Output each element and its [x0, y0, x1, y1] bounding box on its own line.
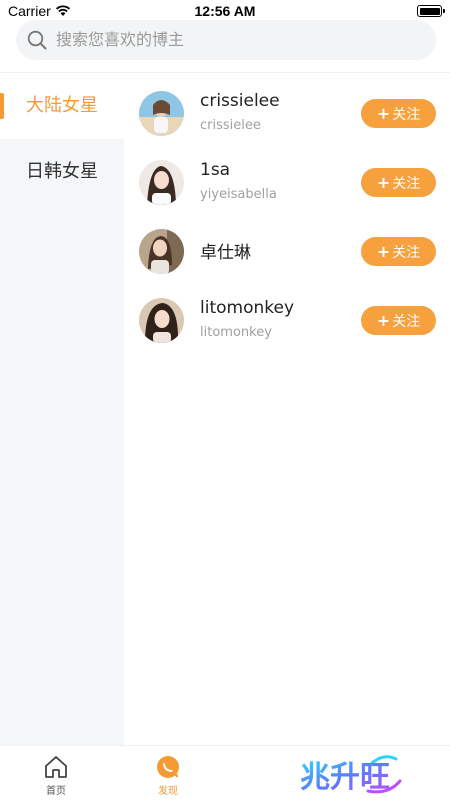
- search-input[interactable]: [56, 20, 416, 60]
- status-bar: Carrier 12:56 AM: [0, 0, 450, 22]
- search-icon: [27, 30, 47, 50]
- plus-icon: +: [376, 241, 391, 261]
- blogger-list: crissielee crissielee + 关注 1sa yiyeisabel…: [124, 73, 450, 745]
- tab-home[interactable]: 首页: [26, 746, 86, 800]
- tab-label: 首页: [46, 786, 66, 797]
- follow-button[interactable]: + 关注: [361, 306, 436, 335]
- plus-icon: +: [376, 172, 391, 192]
- category-sidebar: 大陆女星 日韩女星: [0, 73, 124, 745]
- list-item[interactable]: 1sa yiyeisabella + 关注: [124, 146, 450, 212]
- list-item[interactable]: crissielee crissielee + 关注: [124, 77, 450, 143]
- battery-icon: [417, 5, 445, 17]
- follow-button[interactable]: + 关注: [361, 237, 436, 266]
- brand-logo: 兆升旺: [300, 755, 402, 795]
- svg-text:兆升旺: 兆升旺: [300, 760, 390, 795]
- tab-label: 发现: [158, 786, 178, 797]
- follow-label: 关注: [392, 244, 421, 261]
- blogger-name: 卓仕琳: [200, 243, 251, 263]
- avatar[interactable]: [139, 298, 184, 343]
- follow-label: 关注: [392, 313, 421, 330]
- category-label: 日韩女星: [26, 161, 98, 182]
- blogger-handle: crissielee: [200, 118, 261, 133]
- category-label: 大陆女星: [26, 95, 98, 116]
- blogger-name: litomonkey: [200, 298, 295, 318]
- avatar[interactable]: [139, 229, 184, 274]
- blogger-name: crissielee: [200, 91, 280, 111]
- avatar[interactable]: [139, 160, 184, 205]
- plus-icon: +: [376, 103, 391, 123]
- plus-icon: +: [376, 310, 391, 330]
- follow-button[interactable]: + 关注: [361, 168, 436, 197]
- tab-discover[interactable]: 发现: [138, 746, 198, 800]
- blogger-handle: yiyeisabella: [200, 187, 277, 202]
- list-item[interactable]: 卓仕琳 + 关注: [124, 215, 450, 281]
- blogger-handle: litomonkey: [200, 325, 272, 340]
- search-bar[interactable]: [16, 20, 436, 60]
- blogger-name: 1sa: [200, 160, 231, 180]
- active-category-marker: [0, 93, 4, 119]
- discover-icon: [157, 756, 179, 778]
- home-icon: [45, 756, 67, 778]
- avatar[interactable]: [139, 91, 184, 136]
- follow-button[interactable]: + 关注: [361, 99, 436, 128]
- list-item[interactable]: litomonkey litomonkey + 关注: [124, 284, 450, 350]
- follow-label: 关注: [392, 106, 421, 123]
- category-item-mainland-actresses[interactable]: 大陆女星: [0, 73, 124, 139]
- category-item-japan-korea-actresses[interactable]: 日韩女星: [0, 139, 124, 205]
- follow-label: 关注: [392, 175, 421, 192]
- clock: 12:56 AM: [194, 3, 256, 19]
